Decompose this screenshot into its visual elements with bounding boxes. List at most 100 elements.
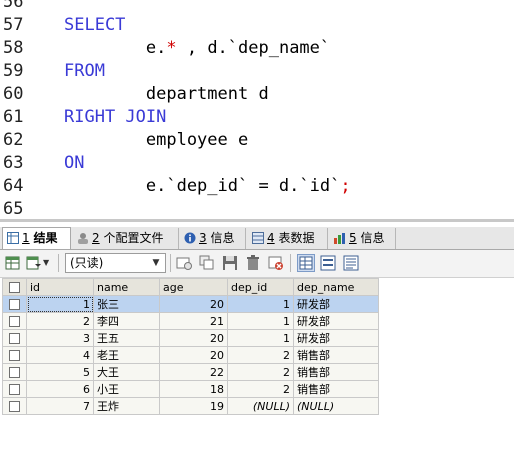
tab-profile[interactable]: 2 个配置文件 bbox=[73, 228, 179, 249]
column-header-id[interactable]: id bbox=[26, 278, 94, 296]
result-grid-icon bbox=[7, 230, 19, 244]
chevron-down-icon: ▼ bbox=[152, 258, 160, 268]
cell-dep-name[interactable]: 销售部 bbox=[293, 346, 379, 364]
tab-table-data-num: 4 bbox=[267, 231, 275, 245]
cell-dep-id[interactable]: 1 bbox=[227, 329, 294, 347]
cell-age[interactable]: 19 bbox=[159, 397, 228, 415]
cell-dep-id[interactable]: 2 bbox=[227, 346, 294, 364]
tab-table-data-label: 表数据 bbox=[278, 231, 315, 245]
tab-table-data[interactable]: 4 表数据 bbox=[248, 228, 328, 249]
code-text: e.* , d.`dep_name` bbox=[64, 37, 330, 60]
cell-name[interactable]: 小王 bbox=[93, 380, 160, 398]
tab-info[interactable]: 3 信息 bbox=[180, 228, 246, 249]
cell-dep-name[interactable]: 研发部 bbox=[293, 312, 379, 330]
toolbar-divider bbox=[58, 254, 59, 272]
info-chart-icon bbox=[334, 230, 346, 244]
cell-name[interactable]: 大王 bbox=[93, 363, 160, 381]
sql-token: department d bbox=[64, 84, 269, 104]
cell-dep-id[interactable]: (NULL) bbox=[227, 397, 294, 415]
row-checkbox[interactable] bbox=[2, 380, 27, 398]
cancel-changes-icon[interactable] bbox=[268, 255, 284, 271]
sql-editor[interactable]: 56 57 SELECT 58 e.* , d.`dep_name` 59 FROM 60 … bbox=[0, 0, 514, 222]
code-line: 61 RIGHT JOIN bbox=[0, 106, 514, 129]
table-row[interactable]: 2 李四 21 1 研发部 bbox=[2, 312, 379, 330]
cell-id[interactable]: 3 bbox=[26, 329, 94, 347]
sql-token: employee e bbox=[64, 130, 249, 150]
table-row[interactable]: 1 张三 20 1 研发部 bbox=[2, 295, 379, 313]
row-checkbox[interactable] bbox=[2, 346, 27, 364]
line-number: 57 bbox=[3, 15, 24, 35]
column-header-dep-name[interactable]: dep_name bbox=[293, 278, 379, 296]
column-header-dep-id[interactable]: dep_id bbox=[227, 278, 294, 296]
cell-dep-name[interactable]: 销售部 bbox=[293, 380, 379, 398]
cell-age[interactable]: 21 bbox=[159, 312, 228, 330]
row-checkbox[interactable] bbox=[2, 363, 27, 381]
tab-info-2-num: 5 bbox=[349, 231, 357, 245]
cell-age[interactable]: 22 bbox=[159, 363, 228, 381]
row-checkbox[interactable] bbox=[2, 312, 27, 330]
table-data-icon bbox=[252, 230, 264, 244]
table-row[interactable]: 6 小王 18 2 销售部 bbox=[2, 380, 379, 398]
cell-age[interactable]: 20 bbox=[159, 329, 228, 347]
row-checkbox[interactable] bbox=[2, 295, 27, 313]
read-only-select-value: (只读) bbox=[70, 256, 104, 270]
cell-age[interactable]: 20 bbox=[159, 346, 228, 364]
tab-profile-num: 2 bbox=[92, 231, 100, 245]
cell-name[interactable]: 王五 bbox=[93, 329, 160, 347]
code-text: e.`dep_id` = d.`id`; bbox=[64, 175, 351, 198]
table-row[interactable]: 5 大王 22 2 销售部 bbox=[2, 363, 379, 381]
cell-name[interactable]: 老王 bbox=[93, 346, 160, 364]
cell-dep-name[interactable]: (NULL) bbox=[293, 397, 379, 415]
checkbox[interactable] bbox=[9, 282, 20, 293]
cell-id[interactable]: 7 bbox=[26, 397, 94, 415]
grid-header-row: id name age dep_id dep_name bbox=[2, 278, 379, 296]
row-checkbox[interactable] bbox=[2, 397, 27, 415]
code-line: 59 FROM bbox=[0, 60, 514, 83]
cell-dep-id[interactable]: 1 bbox=[227, 295, 294, 313]
cell-id[interactable]: 6 bbox=[26, 380, 94, 398]
grid-mode-icon[interactable] bbox=[297, 254, 315, 272]
cell-dep-id[interactable]: 1 bbox=[227, 312, 294, 330]
cell-name[interactable]: 王炸 bbox=[93, 397, 160, 415]
cell-name[interactable]: 李四 bbox=[93, 312, 160, 330]
table-row[interactable]: 3 王五 20 1 研发部 bbox=[2, 329, 379, 347]
trash-icon[interactable] bbox=[245, 255, 261, 271]
insert-row-icon[interactable] bbox=[176, 255, 192, 271]
form-mode-icon[interactable] bbox=[320, 255, 336, 271]
export-dropdown-icon[interactable]: ▼ bbox=[43, 255, 59, 271]
line-number: 60 bbox=[3, 84, 24, 104]
row-checkbox[interactable] bbox=[2, 329, 27, 347]
duplicate-row-icon[interactable] bbox=[199, 255, 215, 271]
sql-token: , d.`dep_name` bbox=[176, 38, 331, 58]
cell-id[interactable]: 2 bbox=[26, 312, 94, 330]
cell-dep-name[interactable]: 研发部 bbox=[293, 295, 379, 313]
cell-id[interactable]: 1 bbox=[26, 295, 94, 313]
sql-token: e.`dep_id` = d.`id` bbox=[64, 176, 341, 196]
splitter[interactable] bbox=[0, 219, 514, 222]
grid-view-icon[interactable] bbox=[5, 255, 21, 271]
cell-dep-name[interactable]: 销售部 bbox=[293, 363, 379, 381]
export-icon[interactable] bbox=[26, 255, 42, 271]
cell-dep-name[interactable]: 研发部 bbox=[293, 329, 379, 347]
text-mode-icon[interactable] bbox=[343, 255, 359, 271]
table-row[interactable]: 4 老王 20 2 销售部 bbox=[2, 346, 379, 364]
table-row[interactable]: 7 王炸 19 (NULL) (NULL) bbox=[2, 397, 379, 415]
read-only-select[interactable]: (只读) ▼ bbox=[65, 253, 166, 273]
tab-info-2[interactable]: 5 信息 bbox=[330, 228, 396, 249]
cell-age[interactable]: 20 bbox=[159, 295, 228, 313]
cell-age[interactable]: 18 bbox=[159, 380, 228, 398]
line-number: 64 bbox=[3, 176, 24, 196]
code-line: 63 ON bbox=[0, 152, 514, 175]
cell-id[interactable]: 4 bbox=[26, 346, 94, 364]
cell-id[interactable]: 5 bbox=[26, 363, 94, 381]
save-icon[interactable] bbox=[222, 255, 238, 271]
cell-dep-id[interactable]: 2 bbox=[227, 363, 294, 381]
column-header-age[interactable]: age bbox=[159, 278, 228, 296]
column-header-name[interactable]: name bbox=[93, 278, 160, 296]
profile-icon bbox=[77, 230, 89, 244]
select-all-checkbox[interactable] bbox=[2, 278, 27, 296]
code-line: 56 bbox=[0, 0, 514, 14]
cell-name[interactable]: 张三 bbox=[93, 295, 160, 313]
tab-result[interactable]: 1 结果 bbox=[2, 227, 71, 249]
cell-dep-id[interactable]: 2 bbox=[227, 380, 294, 398]
